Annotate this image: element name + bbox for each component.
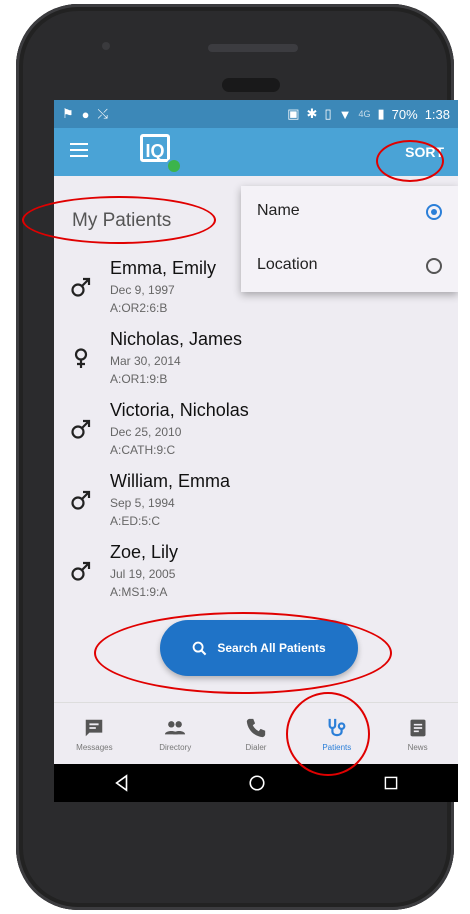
patient-dob: Sep 5, 1994 — [110, 496, 175, 510]
female-icon — [70, 347, 92, 369]
nav-label: Directory — [159, 742, 192, 752]
nav-label: Patients — [322, 742, 352, 752]
online-status-dot — [166, 158, 182, 174]
nav-messages[interactable]: Messages — [54, 703, 135, 765]
battery-icon: ▮ — [377, 106, 385, 121]
android-icon: ● — [81, 106, 90, 122]
back-icon[interactable] — [113, 774, 131, 792]
patient-name: Zoe, Lily — [110, 542, 179, 562]
patient-dob: Dec 9, 1997 — [110, 283, 175, 297]
nav-label: News — [407, 742, 428, 752]
patient-name: Victoria, Nicholas — [110, 400, 249, 420]
sort-button[interactable]: SORT — [405, 144, 444, 160]
patient-row[interactable]: Nicholas, James Mar 30, 2014 A:OR1:9:B — [54, 327, 458, 398]
stethoscope-icon — [328, 718, 346, 736]
search-all-patients-label: Search All Patients — [217, 641, 326, 655]
male-icon — [70, 489, 92, 511]
search-icon — [193, 641, 207, 655]
male-icon — [70, 560, 92, 582]
patient-dob: Jul 19, 2005 — [110, 567, 176, 581]
patient-name: Emma, Emily — [110, 258, 217, 278]
system-navigation-bar — [54, 764, 458, 802]
bluetooth-icon: ✱ — [306, 106, 318, 121]
male-icon — [70, 418, 92, 440]
patient-row[interactable]: Zoe, Lily Jul 19, 2005 A:MS1:9:A — [54, 540, 458, 611]
patient-location: A:ED:5:C — [110, 514, 161, 528]
nav-patients[interactable]: Patients — [296, 703, 377, 765]
nav-dialer[interactable]: Dialer — [216, 703, 297, 765]
wifi-icon: ▼ — [338, 106, 352, 122]
network-type: 4G — [358, 109, 371, 119]
sort-option-name[interactable]: Name — [257, 202, 300, 220]
recents-icon[interactable] — [383, 775, 399, 791]
phone-icon — [246, 718, 266, 737]
phone-frame: ⚑ ● ⤯ ▣ ✱ ▯ ▼ 4G ▮ 70% 1:38 IQ SORT My P… — [16, 4, 458, 910]
nav-directory[interactable]: Directory — [135, 703, 216, 765]
app-bar: IQ SORT — [54, 128, 458, 176]
patient-row[interactable]: Victoria, Nicholas Dec 25, 2010 A:CATH:9… — [54, 398, 458, 469]
nav-label: Messages — [76, 742, 113, 752]
nav-label: Dialer — [245, 742, 267, 752]
app-logo: IQ — [140, 134, 170, 162]
page-title: My Patients — [72, 210, 172, 231]
nav-news[interactable]: News — [377, 703, 458, 765]
sort-option-location[interactable]: Location — [257, 256, 318, 274]
male-icon — [70, 276, 92, 298]
patient-name: Nicholas, James — [110, 329, 243, 349]
status-bar: ⚑ ● ⤯ ▣ ✱ ▯ ▼ 4G ▮ 70% 1:38 — [54, 100, 458, 128]
front-camera — [102, 42, 110, 50]
patient-row[interactable]: William, Emma Sep 5, 1994 A:ED:5:C — [54, 469, 458, 540]
proximity-sensor — [222, 78, 280, 92]
bottom-navigation: Messages Directory Dialer Patients News — [54, 702, 458, 765]
message-icon — [86, 719, 103, 736]
news-icon — [410, 719, 426, 736]
people-icon — [165, 720, 186, 734]
home-icon[interactable] — [248, 774, 266, 792]
cast-icon: ▣ — [287, 106, 300, 121]
search-all-patients-button[interactable]: Search All Patients — [160, 620, 358, 676]
patient-location: A:OR1:9:B — [110, 372, 168, 386]
patient-location: A:CATH:9:C — [110, 443, 176, 457]
patient-location: A:OR2:6:B — [110, 301, 168, 315]
vibrate-icon: ▯ — [324, 106, 332, 121]
patient-dob: Mar 30, 2014 — [110, 354, 181, 368]
earpiece-speaker — [208, 44, 298, 52]
patient-name: William, Emma — [110, 471, 230, 491]
sort-location-radio[interactable] — [426, 258, 442, 274]
notification-icon: ⚑ — [62, 106, 74, 121]
patient-dob: Dec 25, 2010 — [110, 425, 182, 439]
patient-location: A:MS1:9:A — [110, 585, 168, 599]
battery-percent: 70% — [391, 106, 418, 122]
hamburger-menu-icon[interactable] — [70, 143, 88, 157]
sort-name-radio[interactable] — [426, 204, 442, 220]
patient-list: Emma, Emily Dec 9, 1997 A:OR2:6:B Nichol… — [54, 256, 458, 611]
missed-call-icon: ⤯ — [97, 106, 108, 121]
clock: 1:38 — [424, 106, 450, 122]
screen: ⚑ ● ⤯ ▣ ✱ ▯ ▼ 4G ▮ 70% 1:38 IQ SORT My P… — [54, 100, 458, 802]
sort-menu: Name Location — [241, 186, 458, 292]
